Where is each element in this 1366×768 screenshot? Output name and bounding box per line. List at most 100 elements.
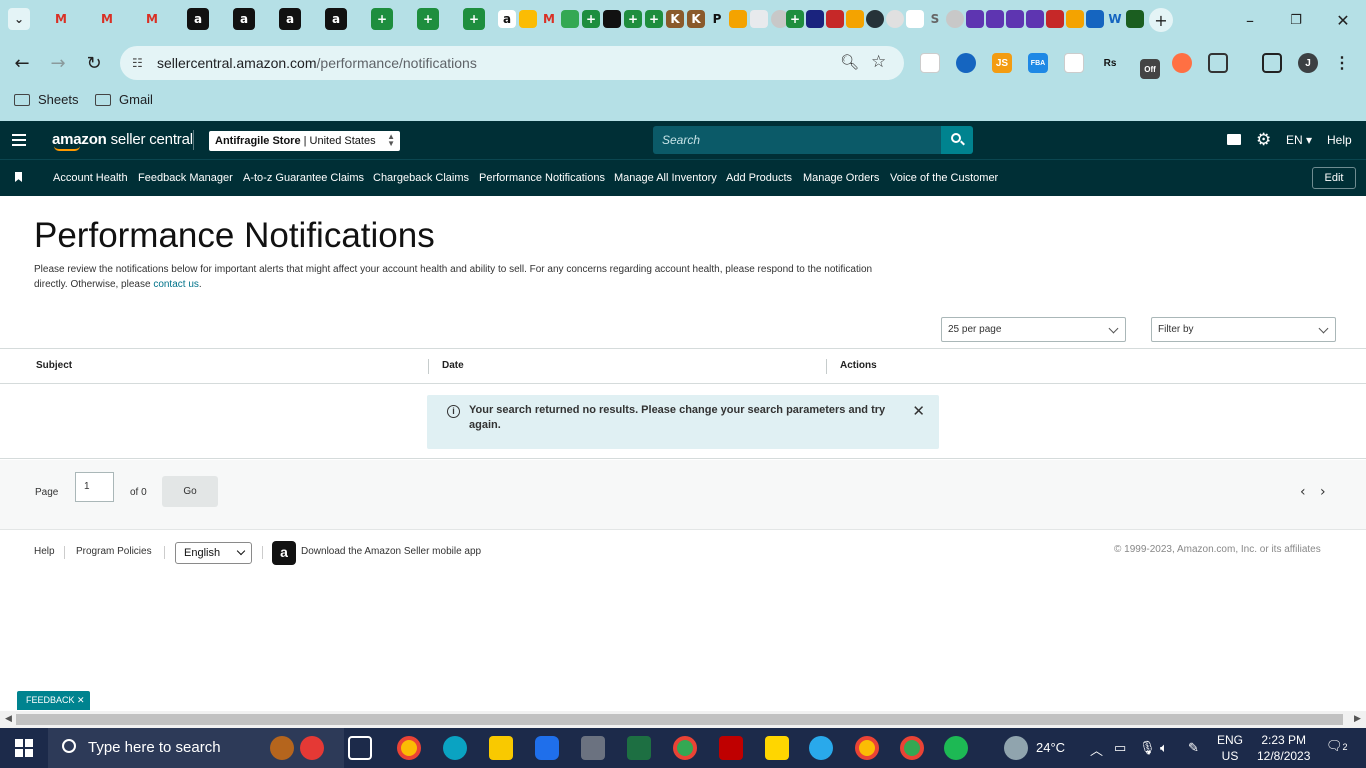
address-bar[interactable]: ☷ sellercentral.amazon.com/performance/n… (120, 46, 904, 80)
back-button[interactable]: ← (10, 51, 34, 75)
browser-menu-icon[interactable]: ⋮ (1332, 53, 1352, 73)
tab-gmail[interactable]: M (141, 8, 163, 30)
bookmark-gmail[interactable]: Gmail (95, 92, 153, 107)
extension-icon[interactable] (920, 53, 940, 73)
go-button[interactable]: Go (162, 476, 218, 507)
tab-app[interactable] (906, 10, 924, 28)
extension-fba-icon[interactable]: FBA (1028, 53, 1048, 73)
prev-page-icon[interactable]: ‹ (1300, 484, 1306, 500)
tab-app[interactable] (1066, 10, 1084, 28)
tab-amazon[interactable]: a (279, 8, 301, 30)
tab-app[interactable] (1126, 10, 1144, 28)
tab-amazon[interactable]: a (233, 8, 255, 30)
tab-app[interactable] (886, 10, 904, 28)
calculator-icon[interactable] (581, 736, 605, 760)
telegram-icon[interactable] (809, 736, 833, 760)
volume-icon[interactable]: 🔈︎ (1160, 740, 1168, 756)
mail-icon[interactable] (1227, 134, 1241, 145)
filter-select[interactable]: Filter by (1151, 317, 1336, 342)
tab-forms[interactable] (1026, 10, 1044, 28)
amazon-seller-app-icon[interactable]: a (272, 541, 296, 565)
extension-off-icon[interactable]: Off (1140, 59, 1160, 79)
language-selector[interactable]: EN ▾ (1286, 133, 1312, 147)
tab-sheets[interactable]: + (463, 8, 485, 30)
extension-icon[interactable] (1172, 53, 1192, 73)
help-link[interactable]: Help (1327, 133, 1352, 147)
tab-app[interactable] (866, 10, 884, 28)
feedback-tab[interactable]: FEEDBACK ✕ (17, 691, 90, 710)
tab-sheets[interactable]: + (417, 8, 439, 30)
sticky-notes-icon[interactable] (765, 736, 789, 760)
tab-app[interactable] (1046, 10, 1064, 28)
tab-app[interactable] (603, 10, 621, 28)
amazon-seller-central-logo[interactable]: amazon seller central (52, 131, 193, 151)
tab-search-chevron-icon[interactable]: ⌄ (8, 8, 30, 30)
edge-icon[interactable] (443, 736, 467, 760)
search-button[interactable] (941, 126, 973, 154)
download-app-link[interactable]: Download the Amazon Seller mobile app (301, 546, 481, 557)
footer-program-policies-link[interactable]: Program Policies (76, 546, 152, 557)
extension-icon[interactable] (956, 53, 976, 73)
tab-amazon[interactable]: a (498, 10, 516, 28)
microphone-icon[interactable]: 🎙︎ (1139, 740, 1156, 756)
tab-sheets[interactable]: + (582, 10, 600, 28)
chrome-icon[interactable] (855, 736, 879, 760)
bookmark-sheets[interactable]: Sheets (14, 92, 78, 107)
nav-manage-inventory[interactable]: Manage All Inventory (614, 172, 717, 184)
profile-avatar[interactable]: J (1298, 53, 1318, 73)
tab-app[interactable] (846, 10, 864, 28)
record-icon[interactable] (300, 736, 324, 760)
site-settings-icon[interactable]: ☷ (132, 56, 143, 70)
tab-app[interactable]: W (1106, 10, 1124, 28)
temperature[interactable]: 24°C (1036, 740, 1065, 755)
nav-manage-orders[interactable]: Manage Orders (803, 172, 879, 184)
chrome-icon[interactable] (397, 736, 421, 760)
tab-sheets[interactable]: + (624, 10, 642, 28)
tab-app[interactable] (806, 10, 824, 28)
scrollbar-thumb[interactable] (16, 714, 1343, 725)
scroll-right-icon[interactable]: ▶ (1354, 713, 1361, 724)
tab-sheets[interactable]: + (786, 10, 804, 28)
tab-app[interactable] (750, 10, 768, 28)
tab-p[interactable]: P (708, 10, 726, 28)
file-explorer-icon[interactable] (489, 736, 513, 760)
chrome-active-icon[interactable] (900, 736, 924, 760)
battery-icon[interactable]: ▭ (1114, 740, 1126, 756)
nav-chargeback-claims[interactable]: Chargeback Claims (373, 172, 469, 184)
task-view-icon[interactable] (348, 736, 372, 760)
nav-voice-of-customer[interactable]: Voice of the Customer (890, 172, 998, 184)
weather-icon[interactable] (1004, 736, 1028, 760)
nav-a-to-z-claims[interactable]: A-to-z Guarantee Claims (243, 172, 364, 184)
tab-sheets[interactable]: + (645, 10, 663, 28)
notifications-icon[interactable]: 🗨︎2 (1326, 738, 1348, 754)
filezilla-icon[interactable] (719, 736, 743, 760)
nav-account-health[interactable]: Account Health (53, 172, 128, 184)
tab-gmail[interactable]: M (540, 10, 558, 28)
contact-us-link[interactable]: contact us (153, 279, 199, 290)
tab-forms[interactable] (966, 10, 984, 28)
edit-nav-button[interactable]: Edit (1312, 167, 1356, 189)
reload-button[interactable]: ↻ (82, 51, 106, 75)
hamburger-menu-icon[interactable] (12, 134, 26, 146)
tab-amazon[interactable]: a (325, 8, 347, 30)
scroll-left-icon[interactable]: ◀ (5, 713, 12, 724)
zoom-app-icon[interactable] (535, 736, 559, 760)
tab-forms[interactable] (986, 10, 1004, 28)
tab-forms[interactable] (1006, 10, 1024, 28)
tab-k[interactable]: K (666, 10, 684, 28)
extension-icon[interactable] (1064, 53, 1084, 73)
tab-app[interactable] (946, 10, 964, 28)
column-date[interactable]: Date (442, 360, 464, 371)
tab-amazon[interactable]: a (187, 8, 209, 30)
chrome-icon[interactable] (673, 736, 697, 760)
nav-performance-notifications[interactable]: Performance Notifications (479, 172, 605, 184)
nav-feedback-manager[interactable]: Feedback Manager (138, 172, 233, 184)
search-input[interactable]: Search (653, 126, 941, 154)
column-subject[interactable]: Subject (36, 360, 72, 371)
excel-icon[interactable] (627, 736, 651, 760)
extensions-puzzle-icon[interactable] (1208, 53, 1228, 73)
next-page-icon[interactable]: › (1320, 484, 1326, 500)
nav-add-products[interactable]: Add Products (726, 172, 792, 184)
store-selector[interactable]: Antifragile Store | United States ▲ ▼ (209, 131, 400, 151)
tab-drive[interactable] (561, 10, 579, 28)
